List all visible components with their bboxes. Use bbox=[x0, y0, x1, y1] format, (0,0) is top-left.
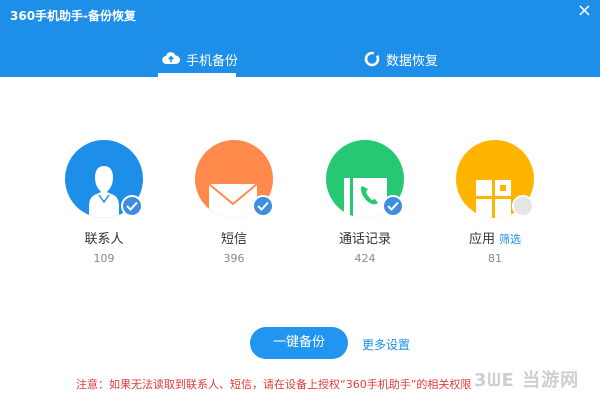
ring-icon bbox=[364, 51, 380, 67]
one-click-backup-button[interactable]: 一键备份 bbox=[250, 327, 348, 359]
item-count: 424 bbox=[354, 252, 376, 265]
item-count: 396 bbox=[223, 252, 245, 265]
cloud-upload-icon bbox=[162, 52, 180, 65]
item-label: 通话记录 bbox=[338, 232, 391, 247]
tab-label: 手机备份 bbox=[186, 54, 239, 69]
item-count: 109 bbox=[93, 252, 115, 265]
item-label-row: 应用 筛选 bbox=[455, 228, 535, 247]
item-count: 81 bbox=[488, 252, 502, 265]
tab-data-restore[interactable]: 数据恢复 bbox=[364, 50, 438, 77]
filter-link[interactable]: 筛选 bbox=[499, 233, 521, 246]
more-settings-link[interactable]: 更多设置 bbox=[362, 336, 410, 353]
call-log-check-icon[interactable] bbox=[382, 195, 404, 217]
item-label: 联系人 bbox=[84, 232, 124, 247]
apps-check-icon[interactable] bbox=[512, 195, 534, 217]
header-bar: 360手机助手-备份恢复 × 手机备份 数据恢复 bbox=[0, 0, 600, 77]
site-watermark: 3ᗯE 当游网 bbox=[474, 370, 580, 391]
permission-notice: 注意：如果无法读取到联系人、短信，请在设备上授权“360手机助手”的相关权限 bbox=[76, 378, 472, 391]
contacts-check-icon[interactable] bbox=[121, 195, 143, 217]
item-label: 应用 bbox=[468, 232, 495, 247]
active-tab-indicator bbox=[158, 73, 236, 77]
close-icon[interactable]: × bbox=[577, 2, 592, 20]
sms-check-icon[interactable] bbox=[252, 195, 274, 217]
tab-label: 数据恢复 bbox=[386, 54, 439, 69]
window-title: 360手机助手-备份恢复 bbox=[10, 9, 137, 23]
item-label: 短信 bbox=[220, 232, 247, 247]
